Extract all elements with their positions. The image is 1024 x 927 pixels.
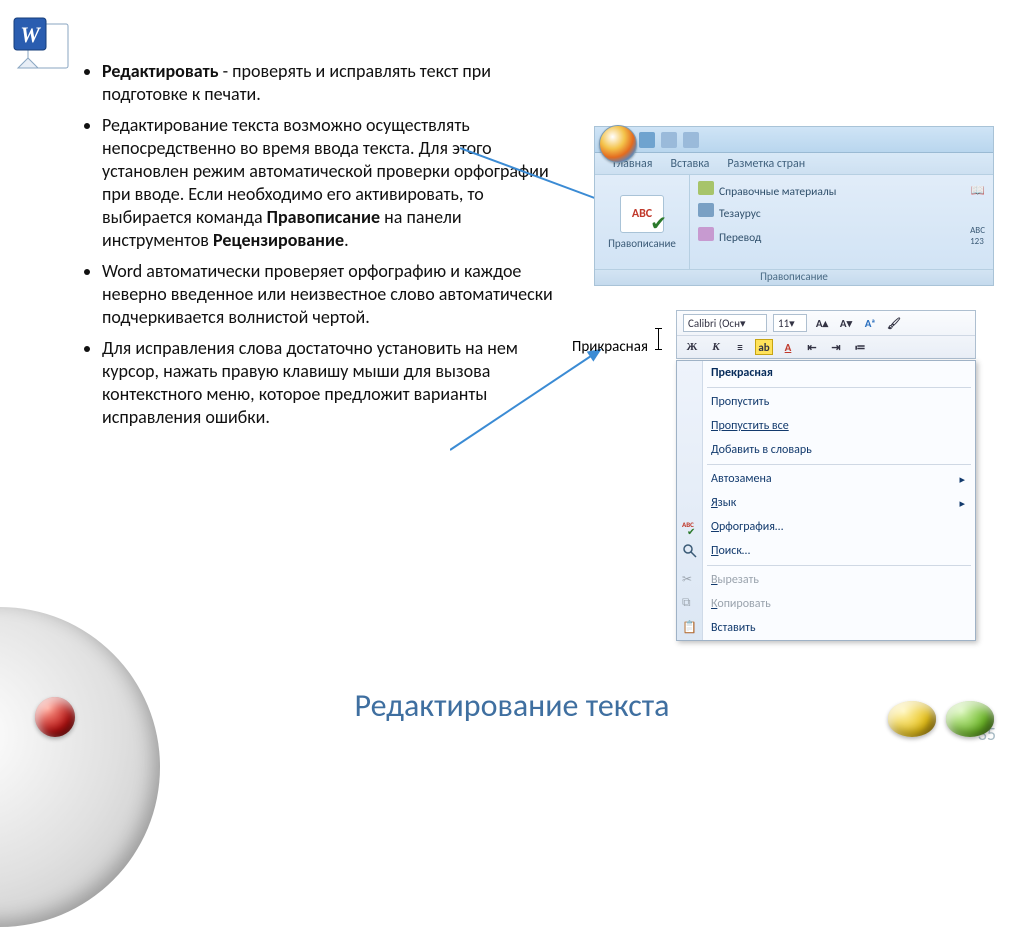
highlight-icon[interactable]: ab bbox=[755, 339, 773, 355]
bold-icon[interactable]: Ж bbox=[683, 339, 701, 355]
nav-next-button[interactable] bbox=[946, 701, 994, 737]
bullets-icon[interactable]: ≔ bbox=[851, 339, 869, 355]
increase-indent-icon[interactable]: ⇥ bbox=[827, 339, 845, 355]
font-name-select[interactable]: Calibri (Осн ▾ bbox=[683, 314, 767, 332]
menu-suggestion[interactable]: Прекрасная bbox=[677, 361, 975, 385]
search-icon bbox=[682, 543, 698, 559]
ribbon-group-label: Правописание bbox=[595, 269, 993, 285]
bullet-list: Редактировать - проверять и исправлять т… bbox=[80, 60, 560, 437]
abc-check-icon: ABC ✔ bbox=[620, 195, 664, 233]
italic-icon[interactable]: К bbox=[707, 339, 725, 355]
menu-skip-all[interactable]: Пропустить все bbox=[677, 414, 975, 438]
menu-separator bbox=[707, 387, 971, 388]
shrink-font-icon[interactable]: A▾ bbox=[837, 315, 855, 331]
word-logo-icon: W bbox=[10, 14, 76, 74]
mini-toolbar: Calibri (Осн ▾ 11 ▾ A▴ A▾ Aᵃ 🖌 Ж К ≡ ab … bbox=[676, 310, 976, 359]
font-size-select[interactable]: 11 ▾ bbox=[773, 314, 807, 332]
slide-title: Редактирование текста bbox=[0, 686, 1024, 725]
menu-language[interactable]: Язык bbox=[677, 491, 975, 515]
menu-separator bbox=[707, 565, 971, 566]
tab-layout[interactable]: Разметка стран bbox=[727, 157, 805, 171]
grow-font-icon[interactable]: A▴ bbox=[813, 315, 831, 331]
list-item: Для исправления слова достаточно установ… bbox=[102, 337, 560, 429]
list-item: Редактировать - проверять и исправлять т… bbox=[102, 60, 560, 106]
misspelled-word[interactable]: Прикрасная bbox=[572, 338, 648, 356]
term: Редактировать bbox=[102, 60, 219, 82]
menu-skip[interactable]: Пропустить bbox=[677, 390, 975, 414]
research-button[interactable]: Справочные материалы📖 bbox=[698, 181, 985, 199]
thesaurus-button[interactable]: Тезаурус bbox=[698, 203, 985, 221]
tab-insert[interactable]: Вставка bbox=[670, 157, 709, 171]
nav-home-button[interactable] bbox=[35, 697, 75, 737]
menu-paste[interactable]: 📋 Вставить bbox=[677, 616, 975, 640]
font-color-icon[interactable]: A bbox=[779, 339, 797, 355]
abc-check-icon: ABC✔ bbox=[682, 519, 698, 535]
text-cursor-icon bbox=[658, 328, 659, 350]
qat-redo-icon[interactable] bbox=[683, 132, 699, 148]
spellcheck-context-menu: Прекрасная Пропустить Пропустить все Доб… bbox=[676, 360, 976, 641]
menu-copy: ⧉ Копировать bbox=[677, 592, 975, 616]
spellcheck-button[interactable]: ABC ✔ Правописание bbox=[595, 175, 690, 269]
menu-spelling[interactable]: ABC✔ Орфография… bbox=[677, 515, 975, 539]
decrease-indent-icon[interactable]: ⇤ bbox=[803, 339, 821, 355]
qat-undo-icon[interactable] bbox=[661, 132, 677, 148]
svg-text:W: W bbox=[20, 22, 41, 47]
ribbon-tabs: Главная Вставка Разметка стран bbox=[595, 153, 993, 175]
book-open-icon: 📖 bbox=[971, 183, 985, 198]
align-center-icon[interactable]: ≡ bbox=[731, 339, 749, 355]
scissors-icon: ✂ bbox=[682, 572, 698, 588]
menu-find[interactable]: Поиск… bbox=[677, 539, 975, 563]
format-painter-icon[interactable]: 🖌 bbox=[885, 315, 903, 331]
copy-icon: ⧉ bbox=[682, 596, 698, 612]
word-ribbon: Главная Вставка Разметка стран ABC ✔ Пра… bbox=[594, 126, 994, 286]
qat-save-icon[interactable] bbox=[639, 132, 655, 148]
quick-access-toolbar bbox=[595, 127, 993, 153]
translate-button[interactable]: ПереводABC123 bbox=[698, 225, 985, 247]
nav-prev-button[interactable] bbox=[888, 701, 936, 737]
menu-autocorrect[interactable]: Автозамена bbox=[677, 467, 975, 491]
wordcount-icon: ABC123 bbox=[970, 225, 985, 247]
office-button[interactable] bbox=[599, 125, 637, 163]
list-item: Word автоматически проверяет орфографию … bbox=[102, 260, 560, 329]
svg-text:✔: ✔ bbox=[687, 525, 695, 535]
menu-cut: ✂ Вырезать bbox=[677, 568, 975, 592]
menu-add-to-dict[interactable]: Добавить в словарь bbox=[677, 438, 975, 462]
change-case-icon[interactable]: Aᵃ bbox=[861, 315, 879, 331]
menu-separator bbox=[707, 464, 971, 465]
list-item: Редактирование текста возможно осуществл… bbox=[102, 114, 560, 252]
decorative-corner bbox=[0, 607, 160, 927]
paste-icon: 📋 bbox=[682, 620, 698, 636]
